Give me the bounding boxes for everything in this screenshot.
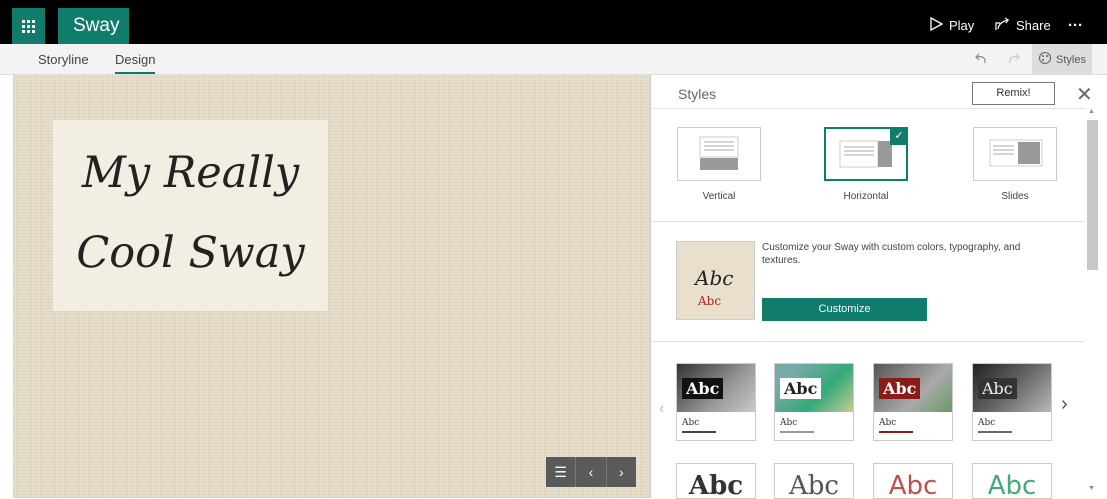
- theme-heading: Abc: [682, 378, 724, 399]
- undo-icon[interactable]: [975, 51, 989, 70]
- custom-style-preview: Abc Abc: [676, 241, 755, 320]
- scroll-down-icon[interactable]: ▼: [1088, 485, 1095, 492]
- remix-button[interactable]: Remix!: [972, 82, 1055, 105]
- waffle-icon: [22, 19, 35, 33]
- title-card[interactable]: My Really Cool Sway: [53, 120, 328, 311]
- preview-small-text: Abc: [698, 294, 722, 308]
- theme-card[interactable]: Abc Abc: [873, 363, 953, 441]
- theme-card[interactable]: Abc Abc: [774, 363, 854, 441]
- play-label: Play: [949, 17, 975, 33]
- redo-icon[interactable]: [1006, 51, 1020, 70]
- theme-card[interactable]: Abc: [873, 463, 953, 499]
- customize-button[interactable]: Customize: [762, 298, 927, 321]
- theme-card[interactable]: Abc: [676, 463, 756, 499]
- theme-card[interactable]: Abc: [774, 463, 854, 499]
- share-button[interactable]: Share: [994, 12, 1051, 38]
- layout-horizontal-option[interactable]: ✓: [824, 127, 908, 181]
- scroll-left-arrow-icon[interactable]: ‹: [659, 400, 664, 418]
- divider: [651, 108, 1085, 109]
- theme-card[interactable]: Abc Abc: [972, 363, 1052, 441]
- layout-slides-option[interactable]: [973, 127, 1057, 181]
- layout-horizontal-label: Horizontal: [843, 191, 889, 202]
- theme-subtext: Abc: [879, 418, 897, 428]
- theme-card[interactable]: Abc: [972, 463, 1052, 499]
- share-label: Share: [1016, 17, 1051, 33]
- layout-vertical-option[interactable]: [677, 127, 761, 181]
- previous-arrow-icon[interactable]: ‹: [576, 457, 607, 487]
- layout-slides-label: Slides: [1001, 191, 1029, 202]
- divider: [651, 341, 1085, 342]
- preview-big-text: Abc: [695, 266, 734, 290]
- styles-toggle-button[interactable]: Styles: [1032, 44, 1092, 75]
- title-line-1: My Really: [81, 148, 300, 198]
- theme-heading: Abc: [879, 378, 921, 399]
- sub-toolbar: Storyline Design: [0, 44, 1107, 75]
- tab-design[interactable]: Design: [115, 44, 156, 74]
- styles-label: Styles: [1056, 53, 1086, 66]
- share-icon: [994, 17, 1010, 34]
- theme-subtext: Abc: [682, 418, 700, 428]
- customize-description: Customize your Sway with custom colors, …: [762, 242, 1021, 266]
- styles-panel: Styles Remix! ✕ Vertical ✓ Horizontal Sl…: [650, 75, 1100, 499]
- tab-storyline[interactable]: Storyline: [38, 44, 89, 75]
- divider: [651, 221, 1085, 222]
- play-button[interactable]: Play: [929, 12, 974, 38]
- close-icon[interactable]: ✕: [1076, 82, 1093, 107]
- app-launcher-button[interactable]: [12, 8, 45, 44]
- app-name: Sway: [58, 8, 129, 44]
- play-icon: [929, 16, 944, 34]
- checkmark-icon: ✓: [890, 127, 908, 145]
- theme-subtext: Abc: [780, 418, 798, 428]
- theme-heading: Abc: [978, 378, 1017, 399]
- scroll-up-icon[interactable]: ▲: [1088, 108, 1095, 115]
- navigation-list-icon[interactable]: ☰: [546, 457, 577, 487]
- scroll-right-arrow-icon[interactable]: ›: [1061, 393, 1068, 416]
- next-arrow-icon[interactable]: ›: [607, 457, 636, 487]
- theme-card[interactable]: Abc Abc: [676, 363, 756, 441]
- sway-canvas[interactable]: My Really Cool Sway ☰ ‹ ›: [13, 75, 650, 498]
- scrollbar-thumb[interactable]: [1087, 120, 1098, 270]
- more-options-button[interactable]: ···: [1068, 12, 1083, 38]
- panel-title: Styles: [678, 86, 717, 102]
- top-bar: Sway Play Share ···: [0, 0, 1107, 44]
- panel-scrollbar[interactable]: ▲ ▼: [1085, 108, 1100, 498]
- title-line-2: Cool Sway: [76, 228, 305, 278]
- theme-subtext: Abc: [978, 418, 996, 428]
- palette-icon: [1038, 51, 1052, 68]
- layout-vertical-label: Vertical: [702, 191, 736, 202]
- navigation-controls: ☰ ‹ ›: [546, 457, 636, 487]
- theme-heading: Abc: [780, 378, 822, 399]
